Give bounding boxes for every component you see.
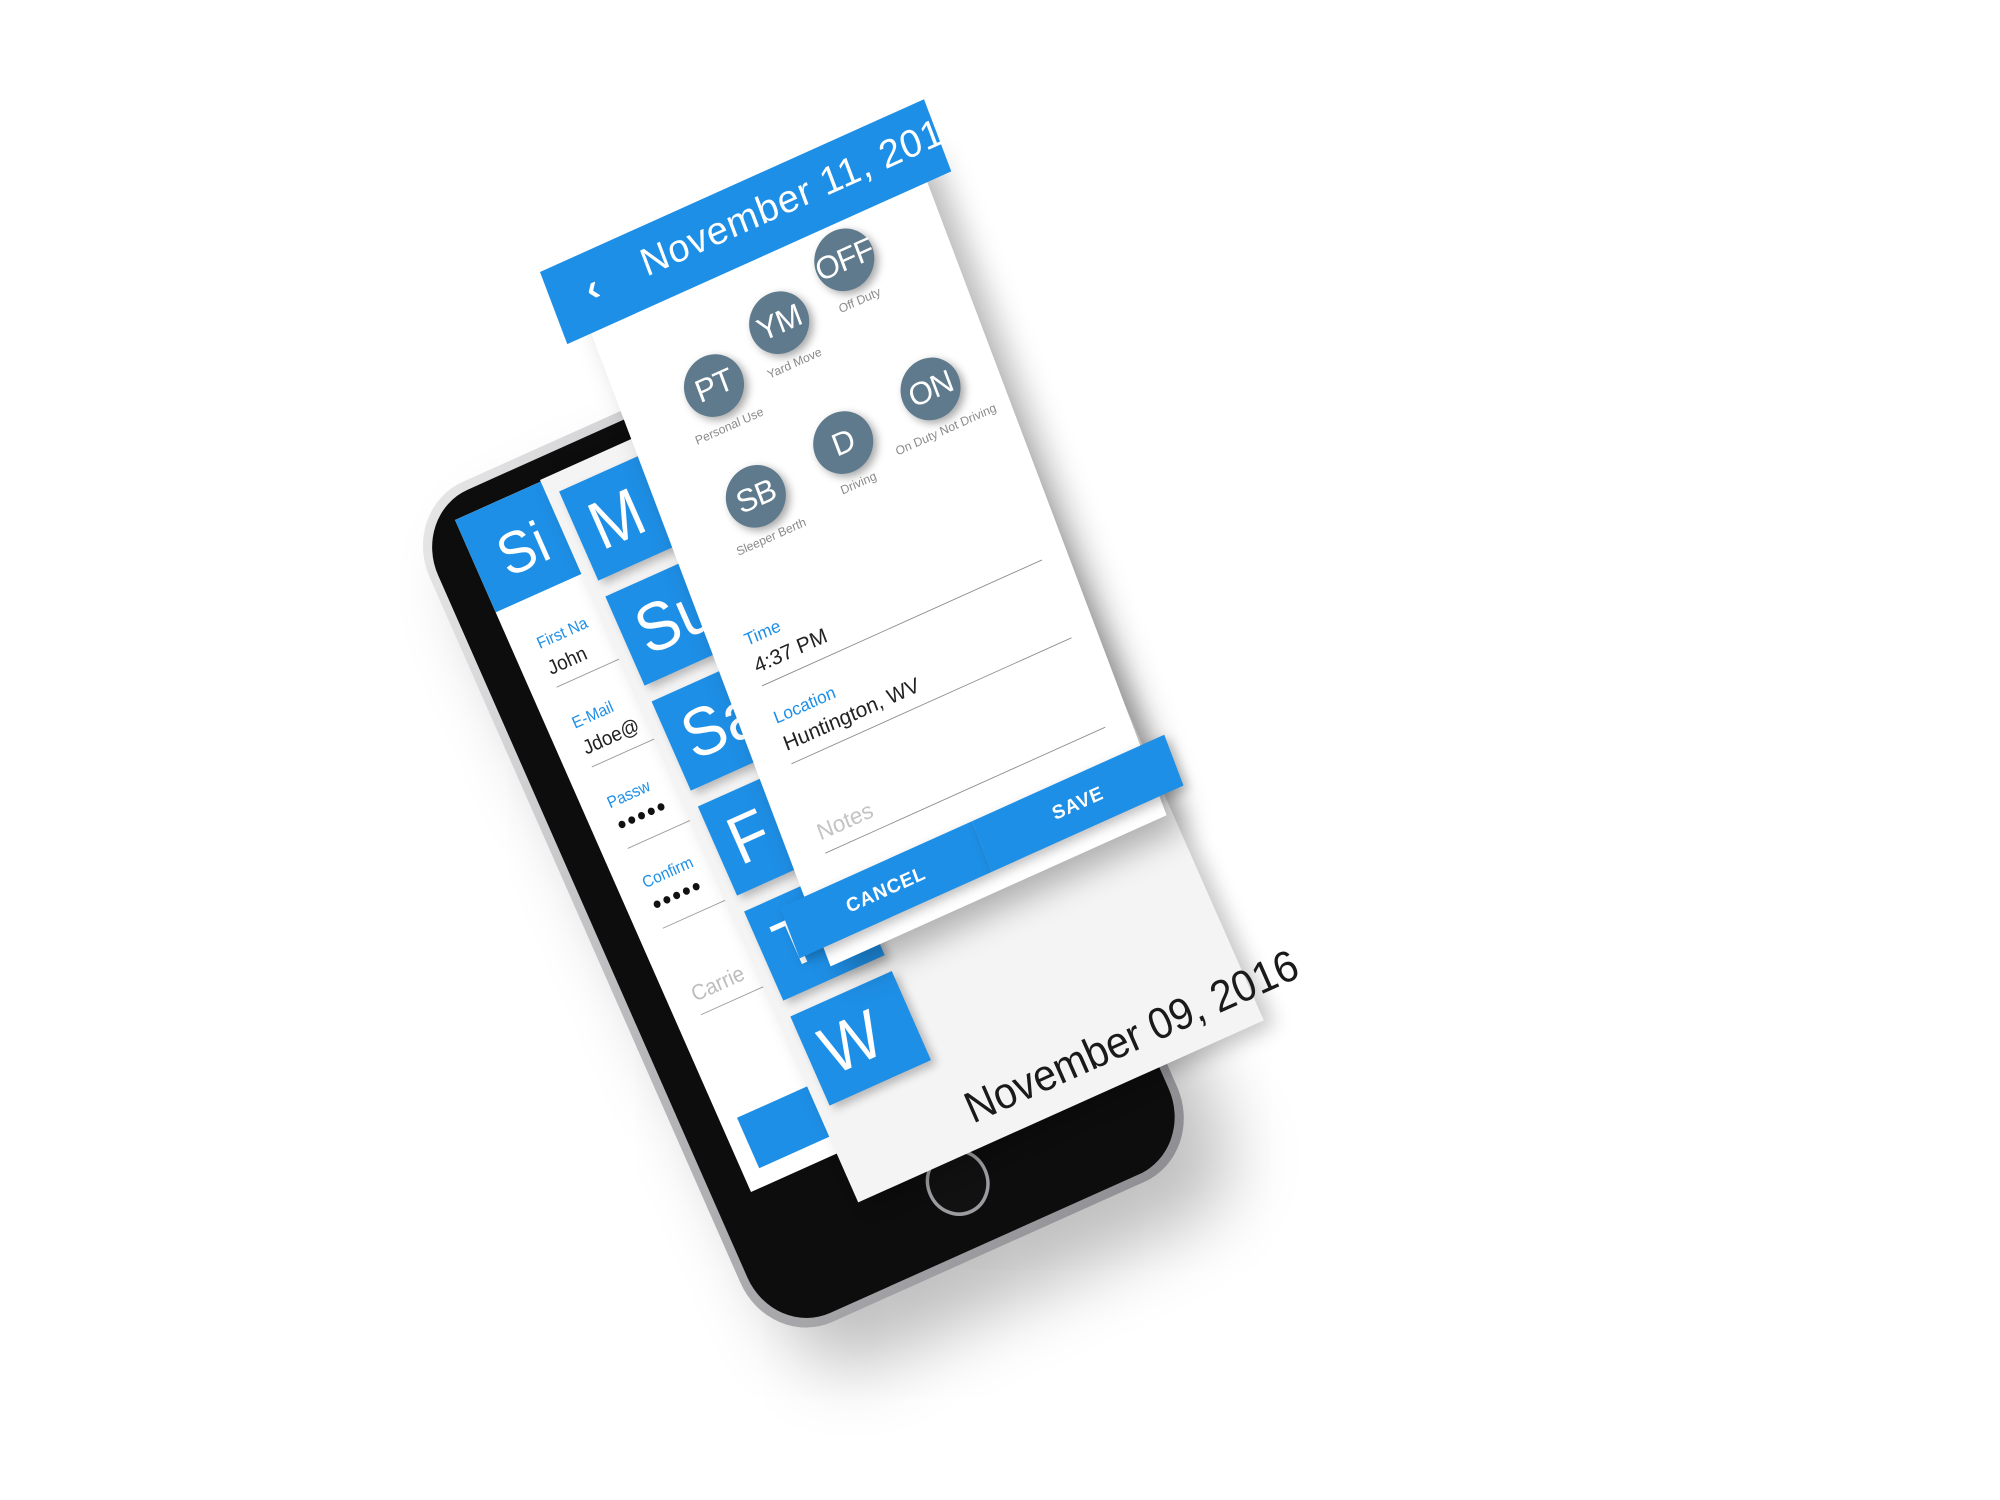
signup-header-title: Si [486,508,560,590]
status-on-duty-not-driving[interactable]: ON On Duty Not Driving [884,344,998,458]
day-tile-label: M [577,472,657,565]
chevron-left-icon[interactable]: ‹ [579,266,606,311]
product-mockup: Si First Na John E-Mail Jdoe@ Passw ••••… [0,0,2000,1500]
day-tile-wednesday[interactable]: W [790,971,931,1106]
day-tile-label: W [808,995,894,1090]
